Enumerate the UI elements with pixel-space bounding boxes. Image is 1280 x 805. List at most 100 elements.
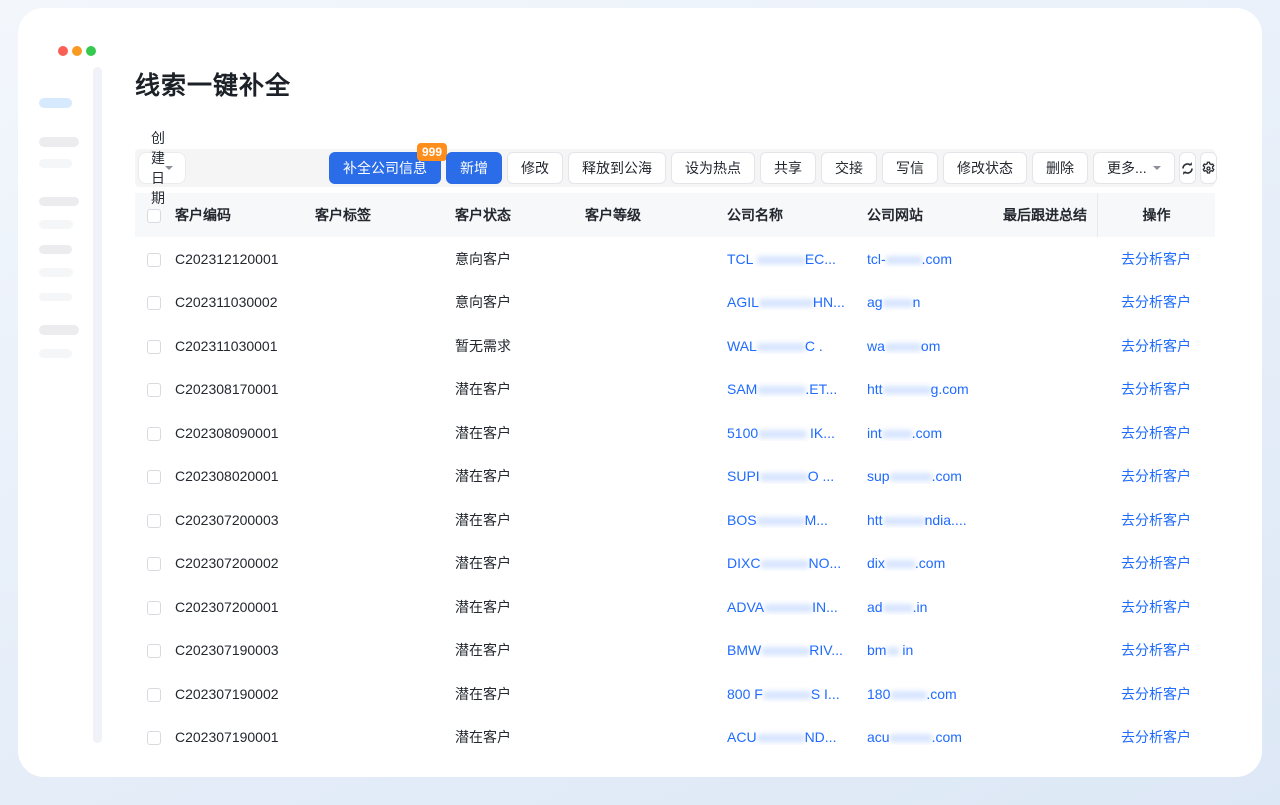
customer-code: C202307200002: [172, 555, 312, 571]
analyze-customer-link[interactable]: 去分析客户: [1121, 553, 1191, 573]
company-name-link[interactable]: TCL xxxxxxxxEC...: [724, 251, 864, 267]
write-email-button[interactable]: 写信: [882, 152, 938, 184]
scrollbar-track[interactable]: [93, 67, 102, 743]
customer-status: 潜在客户: [452, 727, 582, 747]
table-row: C202308020001 潜在客户 SUPIxxxxxxxxO ... sup…: [135, 455, 1215, 499]
redacted-text: xxxxxxxx: [761, 642, 809, 658]
sidebar-skeleton: [18, 8, 93, 777]
company-name-link[interactable]: BMWxxxxxxxxRIV...: [724, 642, 864, 658]
redacted-text: xxxxxxxx: [757, 729, 805, 745]
redacted-text: xxxxxx: [885, 338, 921, 354]
refresh-icon: [1180, 161, 1195, 176]
share-button[interactable]: 共享: [760, 152, 816, 184]
header-actions: 操作: [1097, 193, 1215, 237]
analyze-customer-link[interactable]: 去分析客户: [1121, 292, 1191, 312]
analyze-customer-link[interactable]: 去分析客户: [1121, 727, 1191, 747]
row-checkbox[interactable]: [147, 470, 161, 484]
table-row: C202307190003 潜在客户 BMWxxxxxxxxRIV... bmx…: [135, 629, 1215, 673]
customer-code: C202307200003: [172, 512, 312, 528]
company-name-link[interactable]: SAMxxxxxxxx.ET...: [724, 381, 864, 397]
company-website-link[interactable]: intxxxxx.com: [864, 425, 1000, 441]
button-label: 释放到公海: [582, 158, 652, 178]
customer-code: C202307190001: [172, 729, 312, 745]
company-website-link[interactable]: agxxxxxn: [864, 294, 1000, 310]
company-website-link[interactable]: acuxxxxxxx.com: [864, 729, 1000, 745]
analyze-customer-link[interactable]: 去分析客户: [1121, 466, 1191, 486]
company-website-link[interactable]: httxxxxxxxxg.com: [864, 381, 1000, 397]
settings-button[interactable]: [1200, 152, 1217, 184]
table-row: C202307200001 潜在客户 ADVAxxxxxxxxIN... adx…: [135, 585, 1215, 629]
set-hot-button[interactable]: 设为热点: [671, 152, 755, 184]
header-last-followup-summary: 最后跟进总结: [1000, 205, 1097, 225]
table-row: C202311030001 暂无需求 WALxxxxxxxxC . waxxxx…: [135, 324, 1215, 368]
create-date-filter-label: 创建日期: [151, 128, 165, 208]
analyze-customer-link[interactable]: 去分析客户: [1121, 684, 1191, 704]
company-website-link[interactable]: supxxxxxxx.com: [864, 468, 1000, 484]
more-button[interactable]: 更多...: [1093, 152, 1175, 184]
company-website-link[interactable]: adxxxxx.in: [864, 599, 1000, 615]
analyze-customer-link[interactable]: 去分析客户: [1121, 336, 1191, 356]
company-website-link[interactable]: dixxxxxx.com: [864, 555, 1000, 571]
redacted-text: xxxxxxxxx: [759, 294, 813, 310]
button-label: 设为热点: [685, 158, 741, 178]
company-name-link[interactable]: BOSxxxxxxxxM...: [724, 512, 864, 528]
company-name-link[interactable]: ADVAxxxxxxxxIN...: [724, 599, 864, 615]
company-name-link[interactable]: DIXCxxxxxxxxNO...: [724, 555, 864, 571]
row-checkbox[interactable]: [147, 253, 161, 267]
company-website-link[interactable]: waxxxxxxom: [864, 338, 1000, 354]
sidebar-active-item-skeleton[interactable]: [39, 98, 72, 108]
complete-company-info-button[interactable]: 补全公司信息999: [329, 152, 441, 184]
row-checkbox[interactable]: [147, 427, 161, 441]
customer-status: 潜在客户: [452, 553, 582, 573]
customer-code: C202312120001: [172, 251, 312, 267]
add-button[interactable]: 新增: [446, 152, 502, 184]
redacted-text: xxxxx: [883, 294, 913, 310]
analyze-customer-link[interactable]: 去分析客户: [1121, 640, 1191, 660]
analyze-customer-link[interactable]: 去分析客户: [1121, 597, 1191, 617]
change-status-button[interactable]: 修改状态: [943, 152, 1027, 184]
toolbar: 创建日期 补全公司信息999新增修改释放到公海 设为热点共享交接写信修改状态删除更…: [135, 149, 1215, 187]
row-checkbox[interactable]: [147, 340, 161, 354]
row-checkbox[interactable]: [147, 644, 161, 658]
create-date-filter-select[interactable]: 创建日期: [138, 152, 186, 184]
refresh-button[interactable]: [1179, 152, 1196, 184]
sidebar-item-skeleton: [39, 220, 73, 229]
company-name-link[interactable]: 800 FxxxxxxxxS I...: [724, 686, 864, 702]
button-label: 修改状态: [957, 158, 1013, 178]
company-name-link[interactable]: 5100xxxxxxxx IK...: [724, 425, 864, 441]
redacted-text: xxxxxxxx: [757, 512, 805, 528]
select-all-checkbox[interactable]: [147, 209, 161, 223]
company-name-link[interactable]: WALxxxxxxxxC .: [724, 338, 864, 354]
company-name-link[interactable]: ACUxxxxxxxxND...: [724, 729, 864, 745]
row-checkbox[interactable]: [147, 514, 161, 528]
customer-code: C202307190002: [172, 686, 312, 702]
company-website-link[interactable]: 180xxxxxx.com: [864, 686, 1000, 702]
row-checkbox[interactable]: [147, 383, 161, 397]
row-checkbox[interactable]: [147, 601, 161, 615]
redacted-text: xxxxx: [883, 599, 913, 615]
sidebar-item-skeleton: [39, 293, 72, 301]
analyze-customer-link[interactable]: 去分析客户: [1121, 379, 1191, 399]
customer-status: 意向客户: [452, 292, 582, 312]
delete-button[interactable]: 删除: [1032, 152, 1088, 184]
release-to-public-pool-button[interactable]: 释放到公海: [568, 152, 666, 184]
row-checkbox[interactable]: [147, 731, 161, 745]
row-checkbox[interactable]: [147, 688, 161, 702]
company-website-link[interactable]: bmxx in: [864, 642, 1000, 658]
gear-icon: [1201, 161, 1216, 176]
handover-button[interactable]: 交接: [821, 152, 877, 184]
company-website-link[interactable]: httxxxxxxxndia....: [864, 512, 1000, 528]
table-row: C202307200003 潜在客户 BOSxxxxxxxxM... httxx…: [135, 498, 1215, 542]
row-checkbox[interactable]: [147, 557, 161, 571]
redacted-text: xxxxxxxx: [764, 599, 812, 615]
table-row: C202311030002 意向客户 AGILxxxxxxxxxHN... ag…: [135, 281, 1215, 325]
row-checkbox[interactable]: [147, 296, 161, 310]
analyze-customer-link[interactable]: 去分析客户: [1121, 423, 1191, 443]
analyze-customer-link[interactable]: 去分析客户: [1121, 249, 1191, 269]
analyze-customer-link[interactable]: 去分析客户: [1121, 510, 1191, 530]
company-website-link[interactable]: tcl-xxxxxx.com: [864, 251, 1000, 267]
redacted-text: xxxxxxxx: [757, 251, 805, 267]
company-name-link[interactable]: AGILxxxxxxxxxHN...: [724, 294, 864, 310]
edit-button[interactable]: 修改: [507, 152, 563, 184]
company-name-link[interactable]: SUPIxxxxxxxxO ...: [724, 468, 864, 484]
